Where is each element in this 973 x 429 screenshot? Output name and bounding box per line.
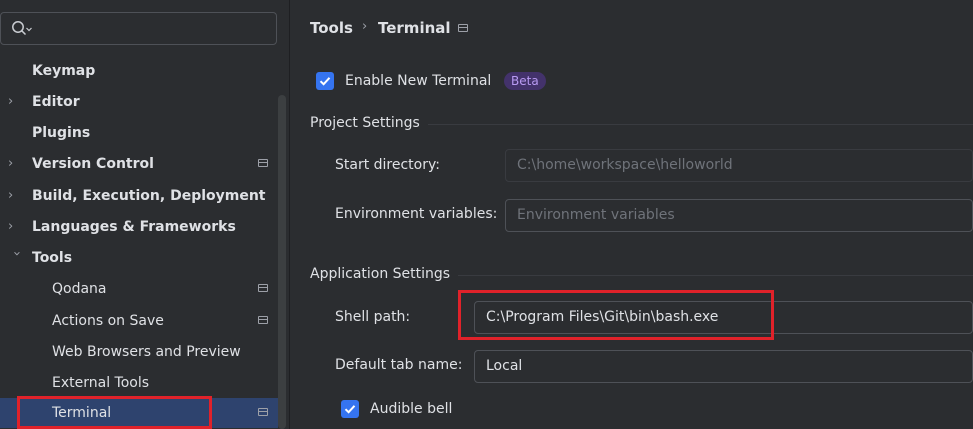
chevron-right-icon[interactable]: › bbox=[8, 87, 22, 117]
sidebar-item-languages-frameworks[interactable]: › Languages & Frameworks bbox=[0, 212, 278, 242]
terminal-highlight-annotation bbox=[17, 396, 212, 429]
sidebar-item-label: Tools bbox=[32, 250, 73, 266]
sidebar-item-label: Build, Execution, Deployment bbox=[32, 188, 266, 204]
settings-search-input[interactable] bbox=[0, 12, 277, 45]
project-level-icon bbox=[258, 408, 268, 416]
sidebar-item-label: Keymap bbox=[32, 63, 96, 79]
project-level-icon bbox=[258, 284, 268, 292]
search-icon bbox=[11, 20, 33, 42]
chevron-right-icon[interactable]: › bbox=[8, 149, 22, 179]
project-level-icon bbox=[458, 24, 468, 32]
sidebar-item-label: Languages & Frameworks bbox=[32, 219, 236, 235]
start-directory-label: Start directory: bbox=[335, 157, 440, 173]
chevron-down-icon[interactable]: › bbox=[1, 251, 31, 265]
sidebar-item-editor[interactable]: › Editor bbox=[0, 87, 278, 117]
breadcrumb-tools[interactable]: Tools bbox=[310, 19, 353, 37]
application-settings-title: Application Settings bbox=[310, 266, 451, 282]
sidebar-item-actions-on-save[interactable]: Actions on Save bbox=[0, 306, 278, 336]
sidebar-item-web-browsers-preview[interactable]: Web Browsers and Preview bbox=[0, 337, 278, 367]
breadcrumb-terminal: Terminal bbox=[378, 19, 451, 37]
sidebar-item-keymap[interactable]: Keymap bbox=[0, 56, 278, 86]
breadcrumb-separator: › bbox=[362, 19, 368, 34]
enable-new-terminal-checkbox[interactable] bbox=[316, 72, 334, 90]
shell-path-label: Shell path: bbox=[335, 309, 411, 325]
sidebar-item-label: Version Control bbox=[32, 156, 154, 172]
sidebar-item-label: Actions on Save bbox=[52, 313, 164, 329]
enable-new-terminal-label[interactable]: Enable New Terminal bbox=[345, 73, 491, 89]
sidebar-item-label: External Tools bbox=[52, 375, 150, 391]
group-divider bbox=[428, 124, 973, 125]
sidebar-item-plugins[interactable]: Plugins bbox=[0, 118, 278, 148]
beta-badge: Beta bbox=[504, 72, 546, 90]
sidebar-item-build-execution-deployment[interactable]: › Build, Execution, Deployment bbox=[0, 181, 278, 211]
environment-variables-field[interactable]: Environment variables bbox=[505, 199, 973, 232]
settings-content: Tools › Terminal Enable New Terminal Bet… bbox=[290, 0, 973, 429]
group-divider bbox=[458, 275, 973, 276]
shell-path-highlight-annotation bbox=[458, 290, 774, 340]
project-level-icon bbox=[258, 316, 268, 324]
chevron-right-icon[interactable]: › bbox=[8, 181, 22, 211]
chevron-right-icon[interactable]: › bbox=[8, 212, 22, 242]
sidebar-item-tools[interactable]: › Tools bbox=[0, 243, 278, 273]
sidebar-item-external-tools[interactable]: External Tools bbox=[0, 368, 278, 398]
audible-bell-checkbox[interactable] bbox=[341, 400, 359, 418]
sidebar-item-label: Web Browsers and Preview bbox=[52, 344, 241, 360]
sidebar-item-label: Qodana bbox=[52, 281, 107, 297]
settings-sidebar: Keymap › Editor Plugins › Version Contro… bbox=[0, 0, 289, 429]
sidebar-item-label: Editor bbox=[32, 94, 80, 110]
default-tab-name-field[interactable]: Local bbox=[474, 350, 973, 383]
environment-variables-placeholder: Environment variables bbox=[517, 207, 675, 223]
default-tab-name-label: Default tab name: bbox=[335, 357, 463, 373]
sidebar-item-label: Plugins bbox=[32, 125, 91, 141]
sidebar-item-version-control[interactable]: › Version Control bbox=[0, 149, 278, 179]
sidebar-scrollbar[interactable] bbox=[278, 95, 286, 429]
project-level-icon bbox=[258, 159, 268, 167]
start-directory-field[interactable]: C:\home\workspace\helloworld bbox=[505, 149, 973, 182]
sidebar-item-qodana[interactable]: Qodana bbox=[0, 274, 278, 304]
audible-bell-label[interactable]: Audible bell bbox=[370, 401, 452, 417]
environment-variables-label: Environment variables: bbox=[335, 206, 498, 222]
project-settings-title: Project Settings bbox=[310, 115, 420, 131]
